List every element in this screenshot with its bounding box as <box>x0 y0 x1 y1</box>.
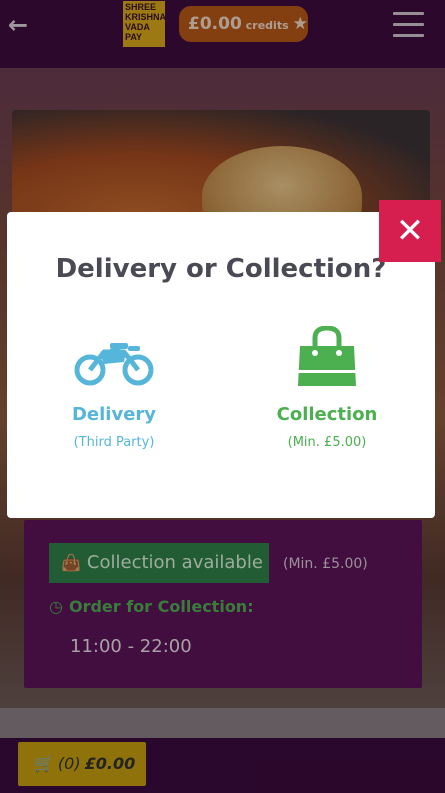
delivery-label: Delivery <box>71 404 157 425</box>
collection-label: Collection <box>276 404 378 425</box>
shopping-bag-icon <box>242 324 412 388</box>
delivery-sub: (Third Party) <box>73 435 155 450</box>
delivery-option[interactable]: Delivery (Third Party) <box>29 324 199 450</box>
collection-sub: (Min. £5.00) <box>287 435 367 450</box>
modal-title: Delivery or Collection? <box>55 254 387 284</box>
close-icon[interactable]: ✕ <box>379 200 441 262</box>
delivery-collection-modal: Delivery or Collection? Delivery (Third … <box>7 212 435 518</box>
collection-option[interactable]: Collection (Min. £5.00) <box>242 324 412 450</box>
motorbike-icon <box>29 324 199 388</box>
